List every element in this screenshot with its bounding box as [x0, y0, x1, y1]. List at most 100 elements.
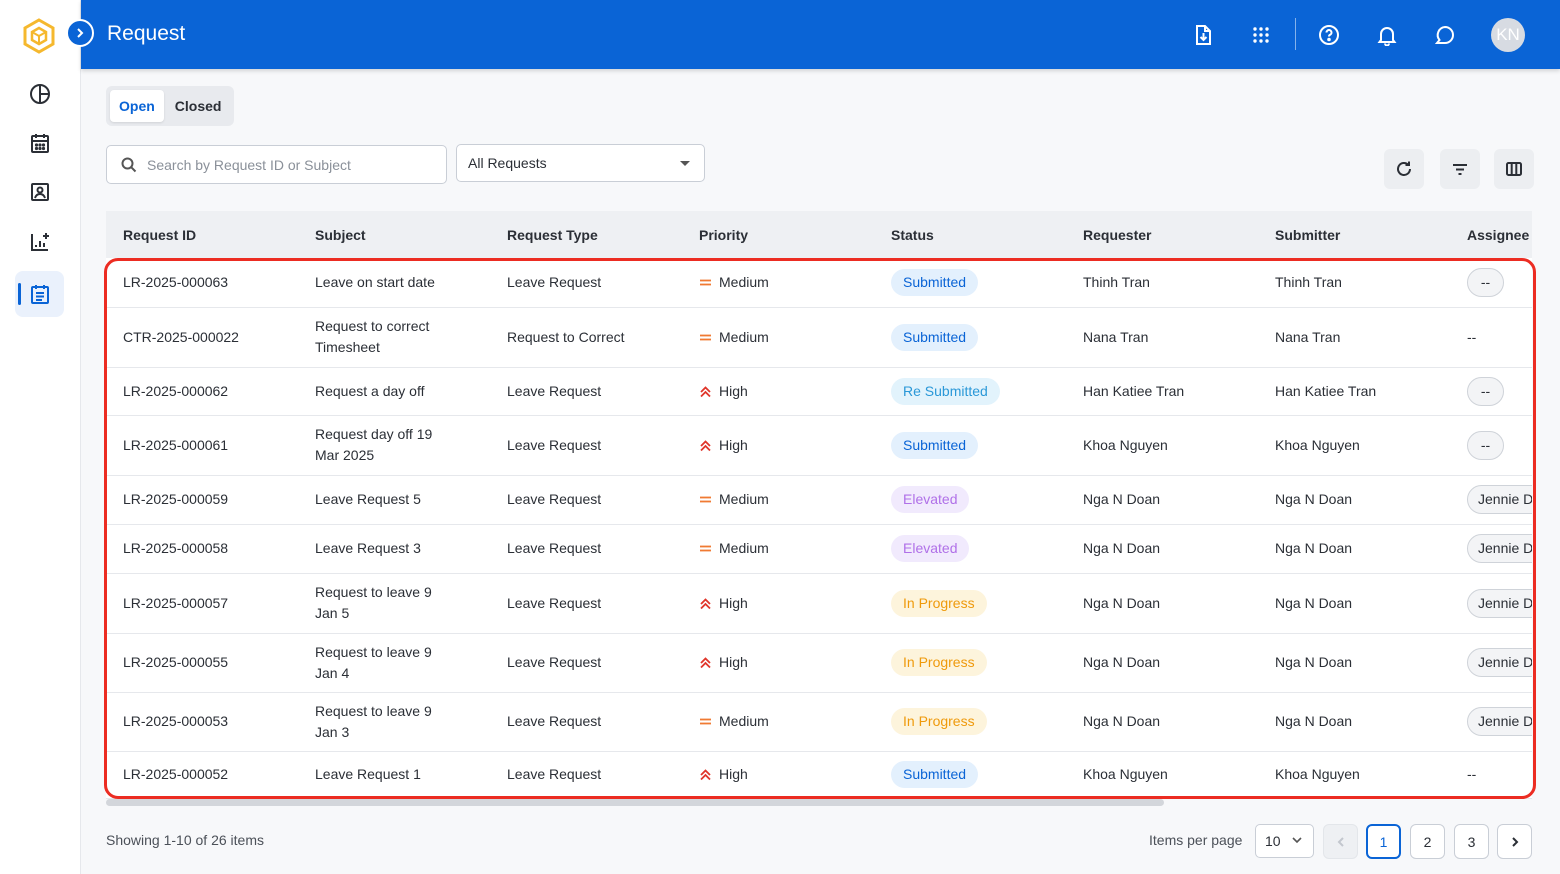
subject-cell: Leave Request 5	[298, 475, 490, 525]
table-row[interactable]: LR-2025-000063 Leave on start date Leave R…	[106, 258, 1532, 308]
request-id-cell[interactable]: LR-2025-000058	[106, 524, 298, 574]
prev-page-button[interactable]	[1323, 824, 1358, 859]
nav-reports[interactable]	[15, 219, 64, 265]
priority-cell: High	[682, 633, 874, 693]
assignee-cell: --	[1450, 415, 1532, 476]
status-cell: In Progress	[874, 692, 1066, 752]
tab-closed[interactable]: Closed	[166, 90, 231, 122]
request-id-cell[interactable]: LR-2025-000062	[106, 367, 298, 416]
column-header[interactable]: Request ID	[106, 211, 298, 258]
priority-label: Medium	[719, 540, 769, 556]
table-row[interactable]: LR-2025-000061 Request day off 19 Mar 202…	[106, 415, 1532, 476]
submitter-cell: Nana Tran	[1258, 307, 1450, 368]
assignee-cell: Jennie Doan	[1450, 573, 1532, 634]
assignee-chip[interactable]: --	[1467, 430, 1504, 460]
request-id-cell[interactable]: LR-2025-000052	[106, 751, 298, 799]
column-header[interactable]: Submitter	[1258, 211, 1450, 258]
next-page-button[interactable]	[1497, 824, 1532, 859]
status-cell: Elevated	[874, 524, 1066, 574]
requester-cell: Nga N Doan	[1066, 633, 1258, 693]
request-filter-select[interactable]: All Requests	[456, 144, 705, 182]
caret-down-icon	[680, 161, 690, 166]
column-header[interactable]: Requester	[1066, 211, 1258, 258]
nav-calendar[interactable]	[15, 120, 64, 166]
submitter-cell: Nga N Doan	[1258, 692, 1450, 752]
request-id-cell[interactable]: LR-2025-000061	[106, 415, 298, 476]
table-row[interactable]: LR-2025-000059 Leave Request 5 Leave Reque…	[106, 475, 1532, 525]
priority-medium-icon	[700, 496, 711, 503]
column-header[interactable]: Status	[874, 211, 1066, 258]
assignee-chip[interactable]: Jennie Doan	[1467, 485, 1532, 514]
table-row[interactable]: LR-2025-000055 Request to leave 9 Jan 4 Le…	[106, 633, 1532, 693]
assignee-cell: --	[1450, 367, 1532, 416]
items-per-page-select[interactable]: 10	[1255, 824, 1314, 858]
request-id-cell[interactable]: LR-2025-000063	[106, 258, 298, 308]
nav-contacts[interactable]	[15, 169, 64, 215]
priority-label: High	[719, 766, 748, 782]
table-row[interactable]: CTR-2025-000022 Request to correct Timesh…	[106, 307, 1532, 368]
priority-label: Medium	[719, 713, 769, 729]
priority-cell: Medium	[682, 524, 874, 574]
nav-dashboard[interactable]	[15, 71, 64, 117]
page-button-1[interactable]: 1	[1366, 824, 1401, 859]
submitter-cell: Nga N Doan	[1258, 633, 1450, 693]
status-badge: Submitted	[891, 761, 979, 788]
request-id-cell[interactable]: CTR-2025-000022	[106, 307, 298, 368]
table-row[interactable]: LR-2025-000053 Request to leave 9 Jan 3 Le…	[106, 692, 1532, 752]
priority-label: Medium	[719, 491, 769, 507]
refresh-button[interactable]	[1384, 149, 1424, 189]
table-row[interactable]: LR-2025-000058 Leave Request 3 Leave Reque…	[106, 524, 1532, 574]
assignee-chip[interactable]: Jennie Doan	[1467, 707, 1532, 736]
tab-open[interactable]: Open	[110, 90, 164, 122]
subject-cell: Request to leave 9 Jan 5	[298, 573, 490, 634]
chat-button[interactable]	[1430, 20, 1460, 50]
export-button[interactable]	[1188, 20, 1218, 50]
assignee-chip[interactable]: --	[1467, 267, 1504, 297]
request-type-cell: Leave Request	[490, 633, 682, 693]
column-header[interactable]: Request Type	[490, 211, 682, 258]
priority-high-icon	[700, 439, 711, 451]
requester-cell: Khoa Nguyen	[1066, 751, 1258, 799]
nav-requests[interactable]	[15, 271, 64, 317]
assignee-chip[interactable]: --	[1467, 376, 1504, 406]
horizontal-scrollbar[interactable]	[106, 799, 1164, 806]
search-input[interactable]	[147, 156, 427, 173]
request-id-cell[interactable]: LR-2025-000055	[106, 633, 298, 693]
assignee-chip[interactable]: Jennie Doan	[1467, 648, 1532, 677]
notifications-button[interactable]	[1372, 20, 1402, 50]
assignee-cell: Jennie Doan	[1450, 633, 1532, 693]
items-per-page-value: 10	[1265, 833, 1281, 849]
request-id-cell[interactable]: LR-2025-000057	[106, 573, 298, 634]
request-type-cell: Leave Request	[490, 524, 682, 574]
refresh-icon	[1397, 161, 1411, 176]
assignee-chip[interactable]: Jennie Doan	[1467, 588, 1532, 618]
column-header[interactable]: Priority	[682, 211, 874, 258]
hexagon-cube-logo[interactable]	[21, 18, 57, 54]
requester-cell: Khoa Nguyen	[1066, 415, 1258, 476]
status-cell: Submitted	[874, 751, 1066, 799]
priority-cell: Medium	[682, 307, 874, 368]
chevron-right-icon	[77, 28, 84, 38]
table-row[interactable]: LR-2025-000052 Leave Request 1 Leave Reque…	[106, 751, 1532, 799]
request-type-cell: Leave Request	[490, 475, 682, 525]
table-row[interactable]: LR-2025-000062 Request a day off Leave Req…	[106, 367, 1532, 416]
request-filter-value: All Requests	[468, 155, 547, 171]
page-button-2[interactable]: 2	[1410, 824, 1445, 859]
sidebar-expand-button[interactable]	[66, 19, 94, 47]
column-header[interactable]: Assignee	[1450, 211, 1532, 258]
items-count: Showing 1-10 of 26 items	[106, 832, 264, 848]
assignee-chip[interactable]: Jennie Doan	[1467, 534, 1532, 563]
help-button[interactable]	[1314, 20, 1344, 50]
analytics-add-icon	[30, 233, 49, 251]
column-header[interactable]: Subject	[298, 211, 490, 258]
request-id-cell[interactable]: LR-2025-000059	[106, 475, 298, 525]
apps-button[interactable]	[1246, 20, 1276, 50]
request-id-cell[interactable]: LR-2025-000053	[106, 692, 298, 752]
page-button-3[interactable]: 3	[1454, 824, 1489, 859]
table-row[interactable]: LR-2025-000057 Request to leave 9 Jan 5 Le…	[106, 573, 1532, 634]
avatar[interactable]: KN	[1491, 18, 1525, 52]
columns-button[interactable]	[1494, 149, 1534, 189]
request-list-icon	[30, 285, 49, 304]
filter-lines-icon	[1453, 164, 1467, 175]
filter-button[interactable]	[1440, 149, 1480, 189]
